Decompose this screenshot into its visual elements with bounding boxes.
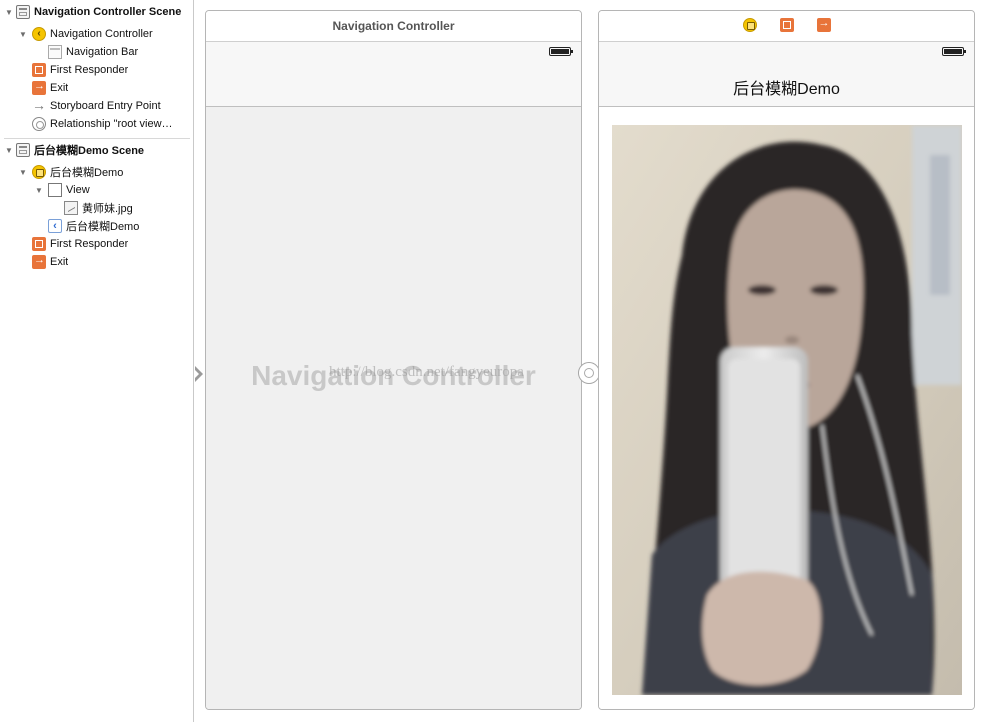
outline-item-exit[interactable]: Exit <box>0 79 194 97</box>
navigation-bar-icon <box>48 45 62 59</box>
view-controller-icon[interactable] <box>742 18 757 32</box>
outline-item-label: First Responder <box>50 238 129 250</box>
navigation-controller-body: Navigation Controller <box>206 107 581 709</box>
outline-item-navigation-item[interactable]: ‹ 后台模糊Demo <box>0 217 194 235</box>
url-watermark: http://blog.csdn.net/fangyeuropa <box>329 364 524 380</box>
photo-image <box>612 125 962 695</box>
outline-item-first-responder-2[interactable]: First Responder <box>0 235 194 253</box>
view-controller-icon <box>32 165 46 179</box>
outline-scene-navigation-controller[interactable]: ▼ Navigation Controller Scene <box>0 3 194 21</box>
exit-icon[interactable] <box>816 17 831 32</box>
relationship-segue-icon[interactable] <box>578 362 600 384</box>
demo-scene[interactable]: 后台模糊Demo <box>598 10 975 710</box>
outline-item-exit-2[interactable]: Exit <box>0 253 194 271</box>
navigation-bar[interactable]: 后台模糊Demo <box>599 62 974 107</box>
image-view-icon <box>64 201 78 215</box>
dock-title: Navigation Controller <box>332 19 455 33</box>
exit-icon <box>32 254 46 269</box>
scene-dock[interactable]: Navigation Controller <box>206 11 581 42</box>
outline-item-first-responder[interactable]: First Responder <box>0 61 194 79</box>
disclosure-triangle-icon[interactable]: ▼ <box>18 168 28 177</box>
disclosure-triangle-icon[interactable]: ▼ <box>4 146 14 155</box>
status-bar <box>206 42 581 62</box>
outline-item-label: View <box>66 184 90 196</box>
outline-item-label: Exit <box>50 256 69 268</box>
status-bar <box>599 42 974 62</box>
disclosure-triangle-icon[interactable]: ▼ <box>34 186 44 195</box>
document-outline: ▼ Navigation Controller Scene ▼ ‹ Naviga… <box>0 0 194 722</box>
outline-item-navigation-controller[interactable]: ▼ ‹ Navigation Controller <box>0 25 194 43</box>
first-responder-icon[interactable] <box>779 18 794 32</box>
navigation-item-icon: ‹ <box>48 219 62 233</box>
outline-item-demo-view-controller[interactable]: ▼ 后台模糊Demo <box>0 163 194 181</box>
scene-title: Navigation Controller Scene <box>34 6 182 18</box>
outline-item-label: First Responder <box>50 64 129 76</box>
outline-item-label: Exit <box>50 82 69 94</box>
image-view[interactable] <box>612 125 962 695</box>
exit-icon <box>32 80 46 95</box>
outline-item-label: 黄师妹.jpg <box>82 203 133 215</box>
scene-icon <box>16 5 30 19</box>
scene-title: 后台模糊Demo Scene <box>34 145 145 157</box>
arrow-right-icon: → <box>32 97 46 113</box>
outline-item-storyboard-entry-point[interactable]: → Storyboard Entry Point <box>0 97 194 115</box>
battery-icon <box>942 47 966 56</box>
navigation-bar[interactable] <box>206 62 581 107</box>
first-responder-icon <box>32 63 46 77</box>
outline-item-view[interactable]: ▼ View <box>0 181 194 199</box>
storyboard-canvas[interactable]: Navigation Controller Navigation Control… <box>195 0 989 722</box>
view[interactable] <box>599 107 974 709</box>
navigation-bar-title: 后台模糊Demo <box>733 81 840 98</box>
disclosure-triangle-icon[interactable]: ▼ <box>4 8 14 17</box>
outline-item-relationship[interactable]: Relationship "root view… <box>0 115 194 133</box>
outline-item-label: Navigation Bar <box>66 46 139 58</box>
storyboard-entry-arrow-icon[interactable] <box>195 366 203 382</box>
outline-scene-demo[interactable]: ▼ 后台模糊Demo Scene <box>0 141 194 159</box>
first-responder-icon <box>32 237 46 251</box>
view-icon <box>48 183 62 197</box>
outline-item-label: 后台模糊Demo <box>66 221 140 233</box>
outline-item-image-view[interactable]: 黄师妹.jpg <box>0 199 194 217</box>
relationship-segue-icon <box>32 117 46 131</box>
outline-item-label: Storyboard Entry Point <box>50 100 161 112</box>
outline-separator <box>4 138 190 139</box>
outline-item-navigation-bar[interactable]: Navigation Bar <box>0 43 194 61</box>
outline-item-label: 后台模糊Demo <box>50 167 124 179</box>
disclosure-triangle-icon[interactable]: ▼ <box>18 30 28 39</box>
navigation-controller-scene[interactable]: Navigation Controller Navigation Control… <box>205 10 582 710</box>
dock-icons <box>599 17 974 32</box>
outline-item-label: Relationship "root view… <box>50 118 173 130</box>
scene-dock[interactable] <box>599 11 974 42</box>
outline-item-label: Navigation Controller <box>50 28 153 40</box>
battery-icon <box>549 47 573 56</box>
navigation-controller-icon: ‹ <box>32 27 46 41</box>
scene-icon <box>16 143 30 157</box>
